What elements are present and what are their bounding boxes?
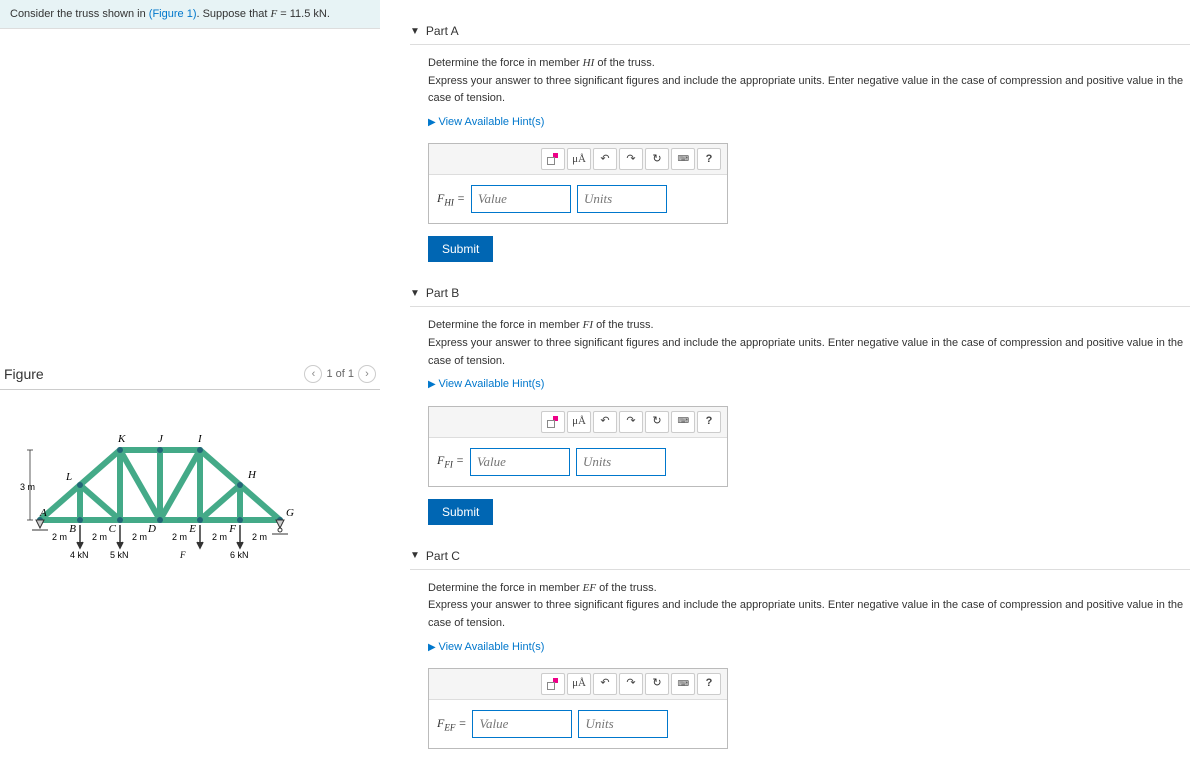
part-c-value-input[interactable] xyxy=(472,710,572,738)
figure-pager: ‹ 1 of 1 › xyxy=(304,365,376,383)
part-a-prompt: Determine the force in member HI of the … xyxy=(428,55,1190,73)
redo-icon[interactable]: ↷ xyxy=(619,673,643,695)
label-A: A xyxy=(39,507,47,519)
part-a-instructions: Express your answer to three significant… xyxy=(428,73,1190,108)
dim-3m: 3 m xyxy=(20,482,35,492)
part-b-caret-icon[interactable]: ▼ xyxy=(410,288,420,299)
label-D: D xyxy=(147,523,156,535)
problem-text-3: = 11.5 kN. xyxy=(277,8,330,20)
load-F: F xyxy=(179,550,186,560)
part-c-force-label: FEF = xyxy=(437,714,466,735)
keyboard-icon[interactable]: ⌨ xyxy=(671,148,695,170)
label-B: B xyxy=(69,523,76,535)
special-char-icon[interactable]: μÅ xyxy=(567,673,591,695)
part-c: ▼ Part C Determine the force in member E… xyxy=(410,543,1190,749)
label-G: G xyxy=(286,507,294,519)
part-b-value-input[interactable] xyxy=(470,448,570,476)
problem-text-1: Consider the truss shown in xyxy=(10,8,149,20)
label-H: H xyxy=(247,469,257,481)
part-c-instructions: Express your answer to three significant… xyxy=(428,597,1190,632)
dim-2m-1: 2 m xyxy=(52,532,67,542)
label-I: I xyxy=(197,433,203,445)
figure-title: Figure xyxy=(4,366,44,382)
redo-icon[interactable]: ↷ xyxy=(619,148,643,170)
part-b: ▼ Part B Determine the force in member F… xyxy=(410,280,1190,524)
label-E: E xyxy=(188,523,196,535)
fraction-tool-icon[interactable] xyxy=(541,148,565,170)
part-b-hints-toggle[interactable]: View Available Hint(s) xyxy=(428,376,544,394)
special-char-icon[interactable]: μÅ xyxy=(567,411,591,433)
dim-2m-5: 2 m xyxy=(212,532,227,542)
label-C: C xyxy=(109,523,117,535)
part-b-units-input[interactable] xyxy=(576,448,666,476)
load-5kn: 5 kN xyxy=(110,550,129,560)
dim-2m-2: 2 m xyxy=(92,532,107,542)
part-b-force-label: FFI = xyxy=(437,451,464,472)
undo-icon[interactable]: ↶ xyxy=(593,148,617,170)
part-b-title: Part B xyxy=(426,286,459,300)
undo-icon[interactable]: ↶ xyxy=(593,411,617,433)
fraction-tool-icon[interactable] xyxy=(541,411,565,433)
figure-link[interactable]: (Figure 1) xyxy=(149,8,197,20)
special-char-icon[interactable]: μÅ xyxy=(567,148,591,170)
load-6kn: 6 kN xyxy=(230,550,249,560)
load-4kn: 4 kN xyxy=(70,550,89,560)
part-c-input-box: μÅ ↶ ↷ ↻ ⌨ ? FEF = xyxy=(428,668,728,749)
fraction-tool-icon[interactable] xyxy=(541,673,565,695)
reset-icon[interactable]: ↻ xyxy=(645,411,669,433)
part-a-caret-icon[interactable]: ▼ xyxy=(410,26,420,37)
part-a-submit-button[interactable]: Submit xyxy=(428,236,493,262)
help-icon[interactable]: ? xyxy=(697,673,721,695)
part-a-hints-toggle[interactable]: View Available Hint(s) xyxy=(428,114,544,132)
help-icon[interactable]: ? xyxy=(697,411,721,433)
label-K: K xyxy=(117,433,126,445)
dim-2m-3: 2 m xyxy=(132,532,147,542)
part-b-prompt: Determine the force in member FI of the … xyxy=(428,317,1190,335)
part-a-force-label: FHI = xyxy=(437,189,465,210)
part-b-instructions: Express your answer to three significant… xyxy=(428,335,1190,370)
label-L: L xyxy=(65,471,72,483)
figure-header: Figure ‹ 1 of 1 › xyxy=(0,359,380,390)
label-J: J xyxy=(158,433,164,445)
label-F-node: F xyxy=(228,523,236,535)
part-c-title: Part C xyxy=(426,549,460,563)
problem-text-2: . Suppose that xyxy=(196,8,270,20)
keyboard-icon[interactable]: ⌨ xyxy=(671,411,695,433)
part-a-units-input[interactable] xyxy=(577,185,667,213)
keyboard-icon[interactable]: ⌨ xyxy=(671,673,695,695)
dim-2m-6: 2 m xyxy=(252,532,267,542)
undo-icon[interactable]: ↶ xyxy=(593,673,617,695)
part-a-input-box: μÅ ↶ ↷ ↻ ⌨ ? FHI = xyxy=(428,143,728,224)
part-a: ▼ Part A Determine the force in member H… xyxy=(410,18,1190,262)
figure-pager-text: 1 of 1 xyxy=(326,368,354,380)
part-b-input-box: μÅ ↶ ↷ ↻ ⌨ ? FFI = xyxy=(428,406,728,487)
reset-icon[interactable]: ↻ xyxy=(645,148,669,170)
truss-figure: K J I H G L A B C D E F 3 m 2 m 2 m xyxy=(0,420,380,563)
figure-prev-button[interactable]: ‹ xyxy=(304,365,322,383)
part-c-units-input[interactable] xyxy=(578,710,668,738)
problem-statement: Consider the truss shown in (Figure 1). … xyxy=(0,0,380,29)
help-icon[interactable]: ? xyxy=(697,148,721,170)
part-b-submit-button[interactable]: Submit xyxy=(428,499,493,525)
part-c-prompt: Determine the force in member EF of the … xyxy=(428,580,1190,598)
dim-2m-4: 2 m xyxy=(172,532,187,542)
figure-next-button[interactable]: › xyxy=(358,365,376,383)
reset-icon[interactable]: ↻ xyxy=(645,673,669,695)
part-a-title: Part A xyxy=(426,24,459,38)
part-c-caret-icon[interactable]: ▼ xyxy=(410,550,420,561)
part-a-value-input[interactable] xyxy=(471,185,571,213)
redo-icon[interactable]: ↷ xyxy=(619,411,643,433)
part-c-hints-toggle[interactable]: View Available Hint(s) xyxy=(428,639,544,657)
